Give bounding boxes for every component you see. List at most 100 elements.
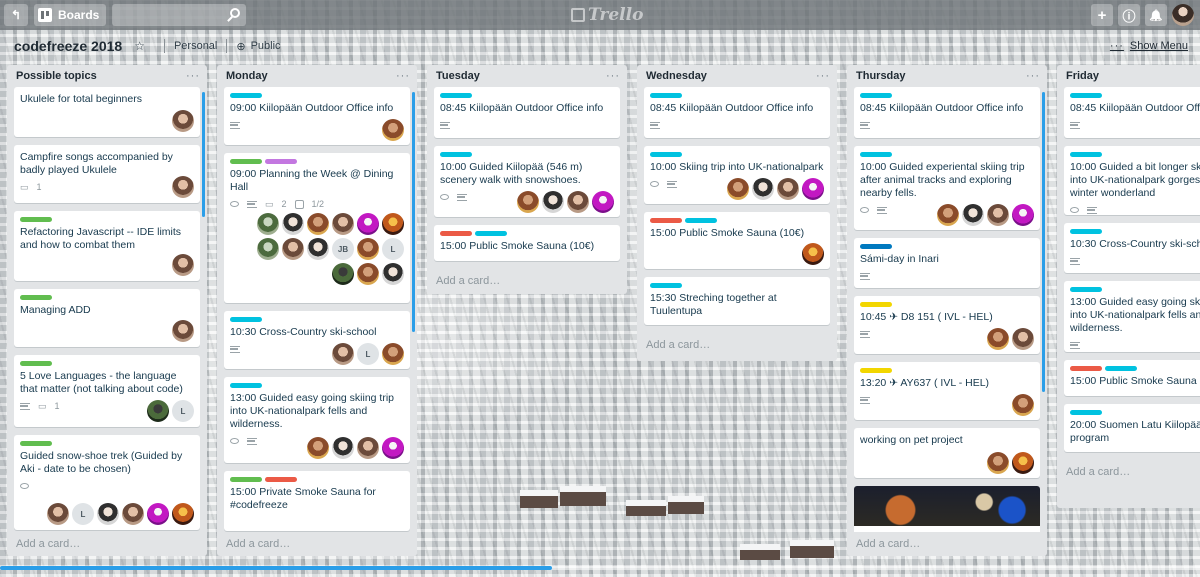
card[interactable]: Ukulele for total beginners (14, 87, 200, 137)
card[interactable]: 09:00 Planning the Week @ Dining Hall ▭ 2… (224, 153, 410, 303)
avatar[interactable] (172, 176, 194, 198)
avatar[interactable] (987, 452, 1009, 474)
avatar[interactable] (727, 178, 749, 200)
add-card-button[interactable]: Add a card… (644, 333, 830, 357)
card[interactable]: 08:45 Kiilopään Outdoor Office info (644, 87, 830, 138)
avatar[interactable] (1012, 204, 1034, 226)
avatar[interactable] (1012, 328, 1034, 350)
avatar[interactable] (332, 213, 354, 235)
card[interactable]: 10:30 Cross-Country ski-school (1064, 223, 1200, 273)
search-input[interactable] (112, 4, 247, 26)
avatar[interactable] (542, 191, 564, 213)
board-title[interactable]: codefreeze 2018 (14, 38, 122, 54)
avatar-initials[interactable]: L (382, 238, 404, 260)
list-scrollbar[interactable] (412, 92, 415, 332)
avatar[interactable] (282, 213, 304, 235)
card[interactable]: working on pet project (854, 428, 1040, 478)
avatar[interactable] (97, 503, 119, 525)
list-title[interactable]: Possible topics (16, 70, 97, 82)
avatar-initials[interactable]: L (357, 343, 379, 365)
card[interactable]: 5 Love Languages - the language that mat… (14, 355, 200, 427)
avatar[interactable] (382, 119, 404, 141)
list-scrollbar[interactable] (1042, 92, 1045, 392)
user-avatar[interactable] (1172, 4, 1194, 26)
avatar[interactable] (357, 263, 379, 285)
avatar[interactable] (987, 204, 1009, 226)
scrollbar-thumb[interactable] (0, 566, 552, 570)
card[interactable]: 10:00 Guided Kiilopää (546 m) scenery wa… (434, 146, 620, 217)
avatar[interactable] (172, 503, 194, 525)
list-title[interactable]: Tuesday (436, 70, 480, 82)
search-icon[interactable] (230, 8, 241, 18)
card[interactable]: 09:00 Kiilopään Outdoor Office info (224, 87, 410, 145)
avatar[interactable] (777, 178, 799, 200)
avatar[interactable] (517, 191, 539, 213)
list-title[interactable]: Friday (1066, 70, 1099, 82)
add-card-button[interactable]: Add a card… (224, 532, 410, 556)
card[interactable]: 10:30 Cross-Country ski-school L (224, 311, 410, 369)
card[interactable]: 10:45 ✈ D8 151 ( IVL - HEL) (854, 296, 1040, 354)
card[interactable]: 08:45 Kiilopään Outdoor Office info (434, 87, 620, 138)
list-menu-icon[interactable]: ··· (186, 70, 200, 82)
card[interactable]: 15:00 Private Smoke Sauna for #codefreez… (224, 471, 410, 531)
avatar[interactable] (282, 238, 304, 260)
avatar[interactable] (937, 204, 959, 226)
card[interactable]: Sámi-day in Inari (854, 238, 1040, 288)
avatar[interactable] (1012, 394, 1034, 416)
card[interactable]: Refactoring Javascript -- IDE limits and… (14, 211, 200, 281)
card[interactable]: 13:20 ✈ AY637 ( IVL - HEL) (854, 362, 1040, 420)
list-menu-icon[interactable]: ··· (396, 70, 410, 82)
card[interactable]: 15:00 Public Smoke Sauna (1064, 360, 1200, 396)
notifications-button[interactable]: 🔔 (1145, 4, 1167, 26)
info-button[interactable]: ⓘ (1118, 4, 1140, 26)
card[interactable]: 15:00 Public Smoke Sauna (10€) (434, 225, 620, 261)
avatar[interactable] (382, 437, 404, 459)
card[interactable]: 10:00 Guided a bit longer skiing trip in… (1064, 146, 1200, 215)
board-horizontal-scrollbar[interactable] (0, 566, 1200, 570)
avatar[interactable] (257, 238, 279, 260)
avatar[interactable] (382, 213, 404, 235)
avatar[interactable] (962, 204, 984, 226)
card[interactable]: Campfire songs accompanied by badly play… (14, 145, 200, 203)
avatar[interactable] (802, 243, 824, 265)
avatar[interactable] (567, 191, 589, 213)
star-icon[interactable]: ☆ (134, 39, 145, 53)
team-label[interactable]: Personal (174, 40, 217, 52)
card[interactable]: Managing ADD (14, 289, 200, 347)
visibility-label[interactable]: Public (251, 40, 281, 52)
avatar[interactable] (307, 238, 329, 260)
avatar[interactable] (307, 437, 329, 459)
avatar[interactable] (122, 503, 144, 525)
add-card-button[interactable]: Add a card… (14, 532, 200, 556)
card[interactable]: 20:00 Suomen Latu Kiilopää seasonal prog… (1064, 404, 1200, 452)
card[interactable]: 10:00 Guided experiental skiing trip aft… (854, 146, 1040, 230)
card[interactable]: 10:00 Skiing trip into UK-nationalpark (644, 146, 830, 204)
back-button[interactable]: ↰ (4, 4, 28, 26)
avatar-initials[interactable]: L (72, 503, 94, 525)
avatar[interactable] (307, 213, 329, 235)
card[interactable]: 08:45 Kiilopään Outdoor Office info (854, 87, 1040, 138)
list-scrollbar[interactable] (202, 92, 205, 217)
list-menu-icon[interactable]: ··· (1026, 70, 1040, 82)
boards-button[interactable]: Boards (34, 4, 107, 26)
card[interactable]: 15:30 Streching together at Tuulentupa (644, 277, 830, 325)
avatar[interactable] (357, 238, 379, 260)
add-card-button[interactable]: Add a card… (434, 269, 620, 293)
avatar[interactable] (332, 263, 354, 285)
show-menu-button[interactable]: ··· Show Menu (1110, 40, 1188, 52)
avatar[interactable] (987, 328, 1009, 350)
avatar-initials[interactable]: JB (332, 238, 354, 260)
avatar[interactable] (257, 213, 279, 235)
card[interactable]: 13:00 Guided easy going skiing trip into… (1064, 281, 1200, 352)
avatar[interactable] (47, 503, 69, 525)
avatar[interactable] (172, 320, 194, 342)
avatar[interactable] (802, 178, 824, 200)
card[interactable] (854, 486, 1040, 532)
card[interactable]: 08:45 Kiilopään Outdoor Office info (1064, 87, 1200, 138)
card[interactable]: Guided snow-shoe trek (Guided by Aki - d… (14, 435, 200, 530)
list-title[interactable]: Thursday (856, 70, 906, 82)
avatar[interactable] (357, 213, 379, 235)
add-card-button[interactable]: Add a card… (1064, 460, 1193, 484)
trello-logo[interactable]: Trello (571, 4, 643, 26)
create-button[interactable]: + (1091, 4, 1113, 26)
